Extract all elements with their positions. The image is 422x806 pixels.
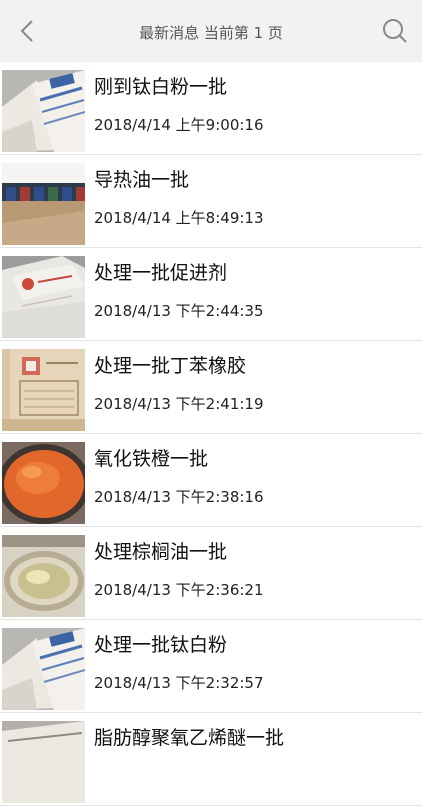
news-time: 2018/4/14 上午9:00:16 — [94, 116, 264, 134]
list-item[interactable]: 处理一批钛白粉 2018/4/13 下午2:32:57 — [0, 620, 422, 713]
news-title: 导热油一批 — [94, 169, 190, 191]
product-thumbnail — [2, 628, 85, 710]
page-title: 最新消息 当前第 1 页 — [139, 24, 283, 42]
news-time: 2018/4/14 上午8:49:13 — [94, 209, 264, 227]
news-title: 处理一批钛白粉 — [94, 634, 228, 656]
list-item[interactable]: 处理一批促进剂 2018/4/13 下午2:44:35 — [0, 248, 422, 341]
product-thumbnail — [2, 349, 85, 431]
product-thumbnail — [2, 535, 85, 617]
search-icon[interactable] — [382, 18, 408, 44]
list-item[interactable]: 氧化铁橙一批 2018/4/13 下午2:38:16 — [0, 434, 422, 527]
list-item[interactable]: 处理一批丁苯橡胶 2018/4/13 下午2:41:19 — [0, 341, 422, 434]
product-thumbnail — [2, 163, 85, 245]
news-title: 氧化铁橙一批 — [94, 448, 209, 470]
list-item[interactable]: 处理棕榈油一批 2018/4/13 下午2:36:21 — [0, 527, 422, 620]
chevron-left-icon[interactable] — [14, 17, 42, 45]
product-thumbnail — [2, 442, 85, 524]
list-item[interactable]: 刚到钛白粉一批 2018/4/14 上午9:00:16 — [0, 62, 422, 155]
news-time: 2018/4/13 下午2:38:16 — [94, 488, 264, 506]
news-time: 2018/4/13 下午2:44:35 — [94, 302, 264, 320]
product-thumbnail — [2, 721, 85, 803]
news-title: 脂肪醇聚氧乙烯醚一批 — [94, 727, 285, 749]
product-thumbnail — [2, 256, 85, 338]
news-list: 刚到钛白粉一批 2018/4/14 上午9:00:16 导热油一批 2018/4… — [0, 62, 422, 806]
news-title: 处理一批丁苯橡胶 — [94, 355, 247, 377]
list-item[interactable]: 脂肪醇聚氧乙烯醚一批 — [0, 713, 422, 806]
product-thumbnail — [2, 70, 85, 152]
top-bar: 最新消息 当前第 1 页 — [0, 0, 422, 62]
news-title: 刚到钛白粉一批 — [94, 76, 228, 98]
news-time: 2018/4/13 下午2:41:19 — [94, 395, 264, 413]
list-item[interactable]: 导热油一批 2018/4/14 上午8:49:13 — [0, 155, 422, 248]
news-title: 处理一批促进剂 — [94, 262, 228, 284]
news-title: 处理棕榈油一批 — [94, 541, 228, 563]
news-time: 2018/4/13 下午2:32:57 — [94, 674, 264, 692]
news-time: 2018/4/13 下午2:36:21 — [94, 581, 264, 599]
